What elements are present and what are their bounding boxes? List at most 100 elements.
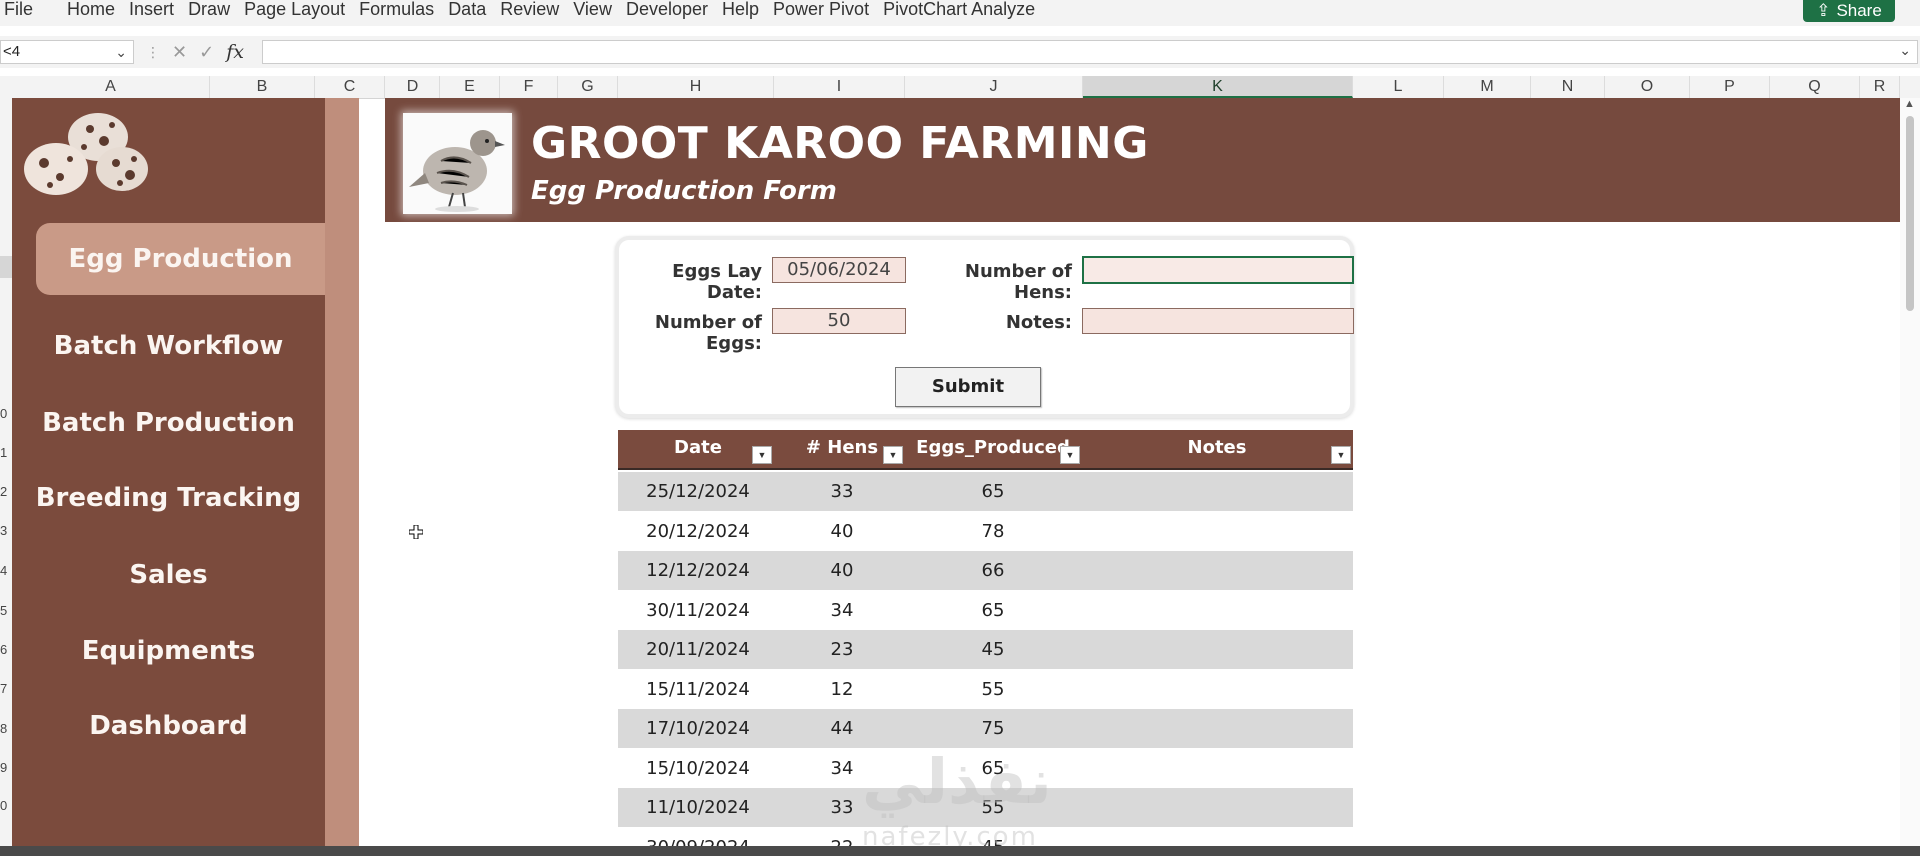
column-header-m[interactable]: M xyxy=(1444,76,1531,98)
cell-date[interactable]: 12/12/2024 xyxy=(618,551,778,590)
name-box[interactable]: <4 ⌄ xyxy=(0,40,134,64)
cell-eggs[interactable]: 66 xyxy=(908,551,1078,590)
cell-notes[interactable] xyxy=(1082,749,1352,788)
cell-hens[interactable]: 40 xyxy=(778,512,906,551)
column-header-g[interactable]: G xyxy=(558,76,618,98)
cell-notes[interactable] xyxy=(1082,551,1352,590)
column-header-l[interactable]: L xyxy=(1353,76,1444,98)
cell-hens[interactable]: 44 xyxy=(778,709,906,748)
cell-eggs[interactable]: 55 xyxy=(908,670,1078,709)
cell-date[interactable]: 17/10/2024 xyxy=(618,709,778,748)
cell-eggs[interactable]: 45 xyxy=(908,630,1078,669)
column-header-d[interactable]: D xyxy=(386,76,440,98)
sidebar-item-batch-production[interactable]: Batch Production xyxy=(12,393,325,453)
row-header-active[interactable] xyxy=(0,256,12,278)
cell-date[interactable]: 15/11/2024 xyxy=(618,670,778,709)
cell-eggs[interactable]: 65 xyxy=(908,591,1078,630)
menu-view[interactable]: View xyxy=(573,0,626,18)
menu-formulas[interactable]: Formulas xyxy=(359,0,448,18)
table-row[interactable]: 12/12/2024 40 66 xyxy=(618,551,1353,590)
cancel-icon[interactable]: ✕ xyxy=(172,42,187,63)
lay-date-input[interactable]: 05/06/2024 xyxy=(772,257,906,283)
column-header-c[interactable]: C xyxy=(315,76,385,98)
cell-notes[interactable] xyxy=(1082,591,1352,630)
menu-home[interactable]: Home xyxy=(67,0,129,18)
row-header[interactable]: 1 xyxy=(0,445,12,460)
table-row[interactable]: 20/11/2024 23 45 xyxy=(618,630,1353,669)
menu-pivotchart-analyze[interactable]: PivotChart Analyze xyxy=(883,0,1049,18)
row-header[interactable]: 0 xyxy=(0,406,12,421)
sidebar-item-sales[interactable]: Sales xyxy=(12,545,325,605)
column-header-p[interactable]: P xyxy=(1690,76,1770,98)
cell-notes[interactable] xyxy=(1082,472,1352,511)
column-header-b[interactable]: B xyxy=(210,76,315,98)
cell-notes[interactable] xyxy=(1082,670,1352,709)
sidebar-item-equipments[interactable]: Equipments xyxy=(12,621,325,681)
eggs-input[interactable]: 50 xyxy=(772,308,906,334)
column-header-j[interactable]: J xyxy=(905,76,1083,98)
cell-eggs[interactable]: 78 xyxy=(908,512,1078,551)
menu-help[interactable]: Help xyxy=(722,0,773,18)
cell-hens[interactable]: 23 xyxy=(778,630,906,669)
menu-review[interactable]: Review xyxy=(500,0,573,18)
row-header[interactable]: 8 xyxy=(0,721,12,736)
cell-date[interactable]: 20/12/2024 xyxy=(618,512,778,551)
cell-date[interactable]: 11/10/2024 xyxy=(618,788,778,827)
column-header-h[interactable]: H xyxy=(618,76,774,98)
cell-notes[interactable] xyxy=(1082,630,1352,669)
menu-page-layout[interactable]: Page Layout xyxy=(244,0,359,18)
cell-eggs[interactable]: 75 xyxy=(908,709,1078,748)
table-row[interactable]: 20/12/2024 40 78 xyxy=(618,512,1353,551)
row-header[interactable]: 4 xyxy=(0,563,12,578)
confirm-icon[interactable]: ✓ xyxy=(199,42,214,63)
scroll-thumb[interactable] xyxy=(1906,116,1914,311)
share-button[interactable]: ⇪ Share xyxy=(1803,0,1895,22)
column-header-o[interactable]: O xyxy=(1605,76,1690,98)
column-header-e[interactable]: E xyxy=(440,76,500,98)
filter-dropdown-icon[interactable]: ▼ xyxy=(752,446,772,464)
sidebar-item-egg-production[interactable]: Egg Production xyxy=(36,223,325,295)
cell-hens[interactable]: 33 xyxy=(778,472,906,511)
column-header-r[interactable]: R xyxy=(1860,76,1900,98)
row-header[interactable]: 0 xyxy=(0,798,12,813)
sidebar-item-breeding-tracking[interactable]: Breeding Tracking xyxy=(12,468,325,528)
chevron-down-icon[interactable]: ⌄ xyxy=(115,41,127,63)
column-header-f[interactable]: F xyxy=(500,76,558,98)
table-row[interactable]: 25/12/2024 33 65 xyxy=(618,472,1353,511)
table-row[interactable]: 30/11/2024 34 65 xyxy=(618,591,1353,630)
cell-notes[interactable] xyxy=(1082,709,1352,748)
menu-draw[interactable]: Draw xyxy=(188,0,244,18)
filter-dropdown-icon[interactable]: ▼ xyxy=(1060,446,1080,464)
menu-developer[interactable]: Developer xyxy=(626,0,722,18)
cell-date[interactable]: 30/11/2024 xyxy=(618,591,778,630)
submit-button[interactable]: Submit xyxy=(895,367,1041,407)
cell-date[interactable]: 15/10/2024 xyxy=(618,749,778,788)
column-header-i[interactable]: I xyxy=(774,76,905,98)
vertical-scrollbar[interactable]: ▲ xyxy=(1900,98,1920,848)
cell-date[interactable]: 20/11/2024 xyxy=(618,630,778,669)
hens-input[interactable] xyxy=(1082,256,1354,284)
menu-power-pivot[interactable]: Power Pivot xyxy=(773,0,883,18)
sidebar-item-batch-workflow[interactable]: Batch Workflow xyxy=(12,316,325,376)
cell-notes[interactable] xyxy=(1082,512,1352,551)
column-header-n[interactable]: N xyxy=(1531,76,1605,98)
expand-formula-icon[interactable]: ⌄ xyxy=(1899,42,1911,59)
fx-icon[interactable]: fx xyxy=(226,41,244,63)
row-header[interactable]: 6 xyxy=(0,642,12,657)
column-header-q[interactable]: Q xyxy=(1770,76,1860,98)
row-header[interactable]: 2 xyxy=(0,484,12,499)
cell-hens[interactable]: 12 xyxy=(778,670,906,709)
cell-hens[interactable]: 40 xyxy=(778,551,906,590)
menu-file[interactable]: File xyxy=(4,0,47,18)
cell-date[interactable]: 25/12/2024 xyxy=(618,472,778,511)
row-header[interactable]: 5 xyxy=(0,603,12,618)
formula-input[interactable]: ⌄ xyxy=(262,40,1918,64)
filter-dropdown-icon[interactable]: ▼ xyxy=(1331,446,1351,464)
filter-dropdown-icon[interactable]: ▼ xyxy=(883,446,903,464)
table-row[interactable]: 17/10/2024 44 75 xyxy=(618,709,1353,748)
row-header[interactable]: 7 xyxy=(0,681,12,696)
sidebar-item-dashboard[interactable]: Dashboard xyxy=(12,696,325,756)
cell-notes[interactable] xyxy=(1082,788,1352,827)
column-header-k[interactable]: K xyxy=(1083,76,1353,98)
menu-insert[interactable]: Insert xyxy=(129,0,188,18)
